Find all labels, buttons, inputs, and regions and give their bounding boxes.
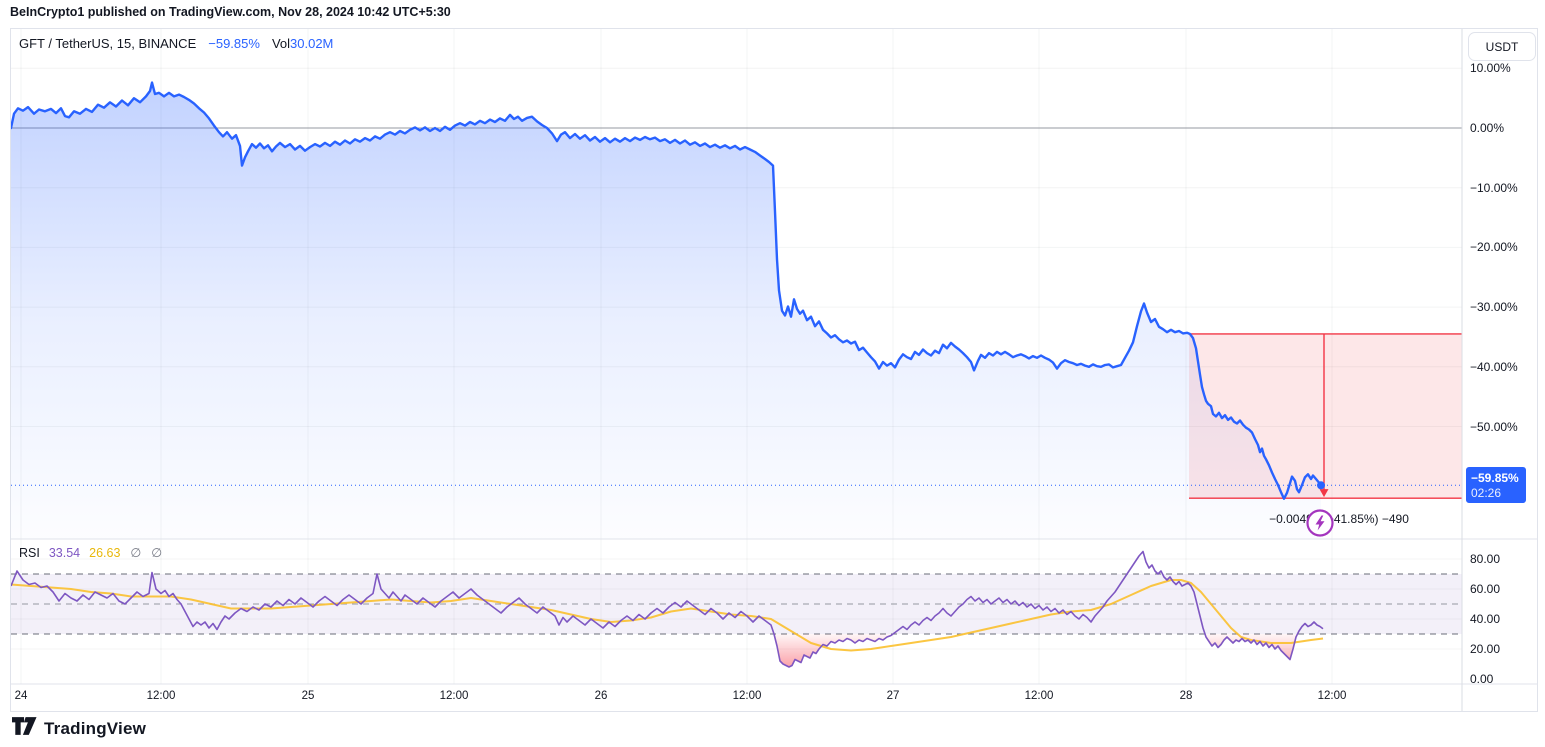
rsi-axis-label: 80.00: [1470, 552, 1500, 566]
time-axis-label: 24: [15, 690, 28, 702]
rsi-ma-value: 26.63: [89, 546, 120, 560]
symbol-legend: GFT / TetherUS, 15, BINANCE −59.85% Vol …: [19, 36, 333, 51]
time-axis-label: 12:00: [1025, 690, 1054, 702]
rsi-indicator-label[interactable]: RSI: [19, 546, 40, 560]
rsi-value: 33.54: [49, 546, 80, 560]
change-percent: −59.85%: [208, 36, 260, 51]
rsi-legend: RSI 33.54 26.63 ∅ ∅: [19, 545, 162, 560]
symbol-name[interactable]: GFT / TetherUS, 15, BINANCE: [19, 36, 196, 51]
published-header: BeInCrypto1 published on TradingView.com…: [10, 5, 451, 19]
time-axis-label: 27: [887, 690, 900, 702]
time-axis-label: 12:00: [440, 690, 469, 702]
price-axis-label: −30.00%: [1470, 300, 1518, 314]
time-axis-label: 12:00: [147, 690, 176, 702]
price-axis-label: −50.00%: [1470, 420, 1518, 434]
tradingview-logo-icon: [12, 716, 37, 741]
price-axis-label: −20.00%: [1470, 240, 1518, 254]
last-price-value: −59.85%: [1471, 470, 1526, 486]
time-axis-label: 25: [302, 690, 315, 702]
volume-label: Vol: [272, 36, 290, 51]
time-axis-label: 12:00: [1318, 690, 1347, 702]
time-axis-label: 26: [595, 690, 608, 702]
lightning-icon[interactable]: [1305, 508, 1335, 538]
time-axis-label: 12:00: [733, 690, 762, 702]
price-axis-label: 10.00%: [1470, 61, 1511, 75]
tradingview-attribution[interactable]: TradingView: [12, 716, 146, 741]
rsi-axis-label: 40.00: [1470, 612, 1500, 626]
rsi-empty-value-2: ∅: [151, 545, 162, 560]
rsi-empty-value-1: ∅: [130, 545, 141, 560]
bar-countdown: 02:26: [1471, 486, 1526, 501]
chart-canvas[interactable]: [11, 29, 1537, 711]
price-axis-label: −40.00%: [1470, 360, 1518, 374]
last-price-label: −59.85% 02:26: [1466, 467, 1526, 503]
price-axis-label: 0.00%: [1470, 121, 1504, 135]
price-axis-label: −10.00%: [1470, 181, 1518, 195]
tradingview-brand-text: TradingView: [44, 719, 146, 739]
rsi-axis-label: 0.00: [1470, 672, 1493, 686]
rsi-axis-label: 20.00: [1470, 642, 1500, 656]
volume-value: 30.02M: [290, 36, 333, 51]
measurement-label: −0.00490 (−41.85%) −490: [1239, 512, 1439, 526]
rsi-axis-label: 60.00: [1470, 582, 1500, 596]
currency-toggle-button[interactable]: USDT: [1468, 32, 1536, 61]
chart-frame: GFT / TetherUS, 15, BINANCE −59.85% Vol …: [10, 28, 1538, 712]
time-axis-label: 28: [1180, 690, 1193, 702]
